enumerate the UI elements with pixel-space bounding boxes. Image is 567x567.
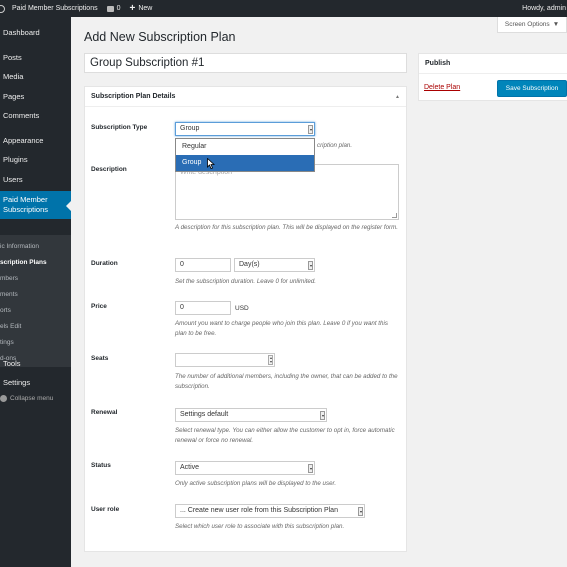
publish-heading: Publish (425, 60, 451, 67)
sidebar-item-plugins[interactable]: Plugins (0, 155, 71, 164)
save-subscription-button[interactable]: Save Subscription (497, 80, 567, 97)
submenu-item-basic-information[interactable]: ic Information (0, 243, 39, 250)
caret-down-icon: ▼ (552, 21, 560, 28)
subscription-type-dropdown: Regular Group (175, 138, 315, 172)
duration-input[interactable]: 0 (175, 258, 231, 272)
submenu-item-labels-edit[interactable]: els Edit (0, 323, 21, 330)
seats-desc: The number of additional members, includ… (175, 373, 398, 390)
comment-count: 0 (116, 5, 121, 12)
sidebar-item-label: Users (3, 175, 23, 184)
sidebar-item-label: Posts (3, 53, 22, 62)
new-label: New (138, 5, 153, 12)
duration-desc: Set the subscription duration. Leave 0 f… (175, 278, 317, 285)
delete-plan-link[interactable]: Delete Plan (424, 84, 460, 91)
plan-details-header[interactable]: Subscription Plan Details ▲ (85, 87, 406, 107)
sidebar-item-comments[interactable]: Comments (0, 111, 71, 120)
resize-handle-icon[interactable] (392, 213, 397, 218)
collapse-arrow-icon[interactable]: ▲ (395, 94, 400, 100)
duration-unit-value: Day(s) (239, 261, 260, 268)
status-value: Active (180, 464, 200, 471)
duration-unit-select[interactable]: Day(s) (234, 258, 315, 272)
page-title: Add New Subscription Plan (84, 30, 236, 44)
sidebar-submenu: ic Information scription Plans mbers men… (0, 235, 71, 367)
admin-bar: Paid Member Subscriptions 0 + New Howdy,… (0, 0, 567, 17)
user-role-label: User role (91, 506, 120, 513)
price-label: Price (91, 303, 107, 310)
user-role-value: ... Create new user role from this Subsc… (180, 507, 338, 514)
select-arrow-icon (308, 261, 313, 270)
duration-label: Duration (91, 260, 118, 267)
price-desc: Amount you want to charge people who joi… (175, 320, 388, 337)
sidebar-item-paid-member-subscriptions[interactable]: Paid Member Subscriptions (0, 191, 71, 219)
select-arrow-icon (320, 411, 325, 420)
seats-label: Seats (91, 355, 109, 362)
sidebar-item-tools[interactable]: Tools (0, 359, 71, 368)
admin-bar-site-name[interactable]: Paid Member Subscriptions (12, 5, 98, 12)
sidebar-item-pages[interactable]: Pages (0, 92, 71, 101)
description-desc: A description for this subscription plan… (175, 224, 398, 231)
sidebar-item-settings[interactable]: Settings (0, 378, 71, 387)
user-role-select[interactable]: ... Create new user role from this Subsc… (175, 504, 365, 518)
collapse-icon (0, 395, 7, 402)
submenu-item-payments[interactable]: ments (0, 291, 18, 298)
description-label: Description (91, 166, 127, 173)
sidebar-item-label: Pages (3, 92, 25, 101)
admin-sidebar: Dashboard Posts Media Pages Comments App… (0, 17, 71, 567)
number-spinner-icon[interactable] (268, 355, 273, 365)
price-input[interactable]: 0 (175, 301, 231, 315)
plus-icon: + (129, 2, 136, 14)
description-textarea[interactable]: Write description (175, 164, 399, 220)
renewal-select[interactable]: Settings default (175, 408, 327, 422)
status-select[interactable]: Active (175, 461, 315, 475)
collapse-menu[interactable]: Collapse menu (0, 395, 53, 402)
wordpress-logo-icon[interactable] (0, 4, 5, 13)
select-arrow-icon (358, 507, 363, 516)
renewal-value: Settings default (180, 411, 229, 418)
renewal-label: Renewal (91, 409, 118, 416)
sidebar-item-label: Plugins (3, 155, 28, 164)
publish-header[interactable]: Publish (419, 54, 567, 74)
user-role-desc: Select which user role to associate with… (175, 523, 345, 530)
sidebar-item-label: Settings (3, 378, 31, 387)
dropdown-option-group[interactable]: Group (176, 155, 314, 171)
howdy-user[interactable]: Howdy, admin (522, 0, 566, 17)
select-arrow-icon (308, 125, 313, 134)
sidebar-item-label: Media (3, 72, 24, 81)
sidebar-item-appearance[interactable]: Appearance (0, 136, 71, 145)
comment-icon (106, 5, 114, 12)
sidebar-item-label: Comments (3, 111, 40, 120)
subscription-type-value: Group (180, 125, 200, 132)
dropdown-option-regular[interactable]: Regular (176, 139, 314, 155)
sidebar-item-dashboard[interactable]: Dashboard (0, 28, 71, 37)
submenu-item-subscription-plans[interactable]: scription Plans (0, 259, 47, 266)
plan-title-input[interactable]: Group Subscription #1 (84, 53, 407, 73)
sidebar-item-label: Paid Member Subscriptions (3, 195, 49, 214)
collapse-label: Collapse menu (10, 395, 54, 402)
subscription-type-desc: cription plan. (317, 142, 353, 149)
submenu-item-settings[interactable]: tings (0, 339, 14, 346)
currency-label: USD (235, 305, 249, 312)
sidebar-item-label: Tools (3, 359, 21, 368)
subscription-type-label: Subscription Type (91, 124, 148, 131)
sidebar-item-label: Dashboard (3, 28, 40, 37)
subscription-type-select[interactable]: Group (175, 122, 315, 136)
sidebar-item-media[interactable]: Media (0, 72, 71, 81)
admin-bar-new[interactable]: + New (129, 2, 153, 14)
plan-details-heading: Subscription Plan Details (91, 93, 176, 100)
submenu-item-members[interactable]: mbers (0, 275, 18, 282)
submenu-item-reports[interactable]: orts (0, 307, 11, 314)
status-label: Status (91, 462, 111, 469)
sidebar-item-users[interactable]: Users (0, 175, 71, 184)
admin-bar-comments[interactable]: 0 (106, 5, 121, 12)
sidebar-item-posts[interactable]: Posts (0, 53, 71, 62)
screen-options-label: Screen Options (504, 21, 550, 28)
renewal-desc: Select renewal type. You can either allo… (175, 427, 395, 444)
select-arrow-icon (308, 464, 313, 473)
sidebar-item-label: Appearance (3, 136, 44, 145)
status-desc: Only active subscription plans will be d… (175, 480, 337, 487)
mouse-cursor-icon (207, 158, 215, 169)
seats-input[interactable] (175, 353, 275, 367)
screen-options-button[interactable]: Screen Options ▼ (497, 17, 567, 33)
